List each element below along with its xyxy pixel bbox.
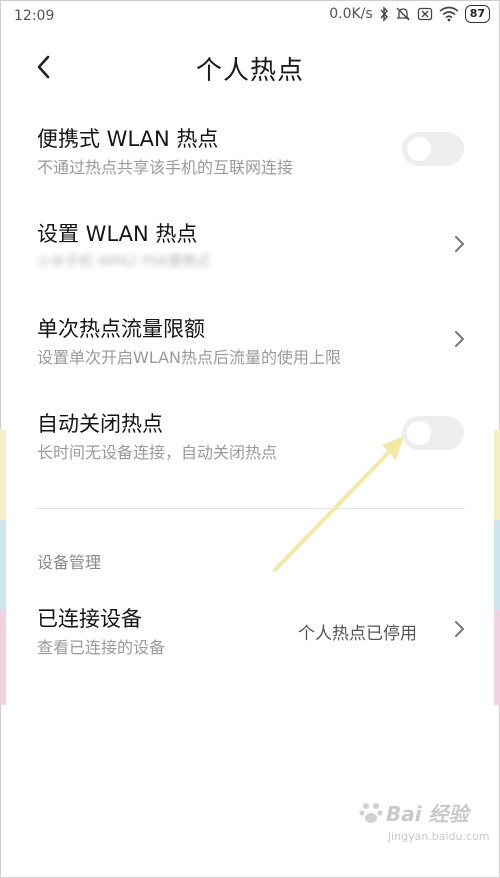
sim-x-icon	[417, 6, 433, 22]
mute-bell-icon	[395, 6, 411, 22]
watermark-brand: Bai 经验	[386, 802, 469, 826]
portable-hotspot-toggle[interactable]	[402, 132, 464, 166]
wifi-icon	[439, 6, 459, 22]
portable-hotspot-row[interactable]: 便携式 WLAN 热点 不通过热点共享该手机的互联网连接	[0, 118, 500, 188]
data-limit-row[interactable]: 单次热点流量限额 设置单次开启WLAN热点后流量的使用上限	[0, 308, 500, 378]
row-subtitle: 查看已连接的设备	[37, 638, 166, 657]
row-title: 已连接设备	[37, 607, 142, 631]
toggle-knob	[407, 421, 431, 445]
row-subtitle: 小米手机 WPA2 PSK要携式	[37, 254, 211, 270]
chevron-right-icon	[455, 331, 464, 347]
row-title: 便携式 WLAN 热点	[37, 127, 219, 151]
baidu-watermark: Bai 经验 jingyan.baidu.com	[358, 798, 490, 858]
row-subtitle: 设置单次开启WLAN热点后流量的使用上限	[37, 348, 342, 367]
edge-strip	[0, 520, 6, 610]
row-title: 设置 WLAN 热点	[37, 222, 198, 246]
status-time: 12:09	[14, 8, 55, 24]
setup-hotspot-row[interactable]: 设置 WLAN 热点 小米手机 WPA2 PSK要携式	[0, 213, 500, 283]
title-bar: 个人热点	[0, 40, 500, 95]
chevron-right-icon	[455, 236, 464, 252]
battery-indicator: 87	[464, 5, 490, 23]
watermark-url: jingyan.baidu.com	[388, 830, 490, 843]
row-title: 自动关闭热点	[37, 412, 163, 436]
paw-logo-icon	[359, 803, 383, 823]
status-bar: 12:09 0.0K/s 87	[0, 0, 500, 32]
status-icons: 0.0K/s 87	[329, 5, 490, 23]
toggle-knob	[407, 137, 431, 161]
section-divider	[37, 508, 465, 509]
page-title: 个人热点	[195, 56, 304, 86]
section-header: 设备管理	[37, 553, 102, 572]
auto-off-row[interactable]: 自动关闭热点 长时间无设备连接，自动关闭热点	[0, 403, 500, 473]
connected-devices-row[interactable]: 已连接设备 查看已连接的设备 个人热点已停用	[0, 598, 500, 668]
row-title: 单次热点流量限额	[37, 317, 205, 341]
bluetooth-icon	[379, 6, 389, 22]
row-subtitle: 不通过热点共享该手机的互联网连接	[37, 158, 294, 177]
row-subtitle: 长时间无设备连接，自动关闭热点	[37, 443, 278, 462]
chevron-right-icon	[455, 621, 464, 637]
hotspot-status-value: 个人热点已停用	[298, 624, 417, 644]
auto-off-toggle[interactable]	[402, 416, 464, 450]
network-speed: 0.0K/s	[329, 6, 373, 22]
edge-strip	[494, 520, 500, 610]
